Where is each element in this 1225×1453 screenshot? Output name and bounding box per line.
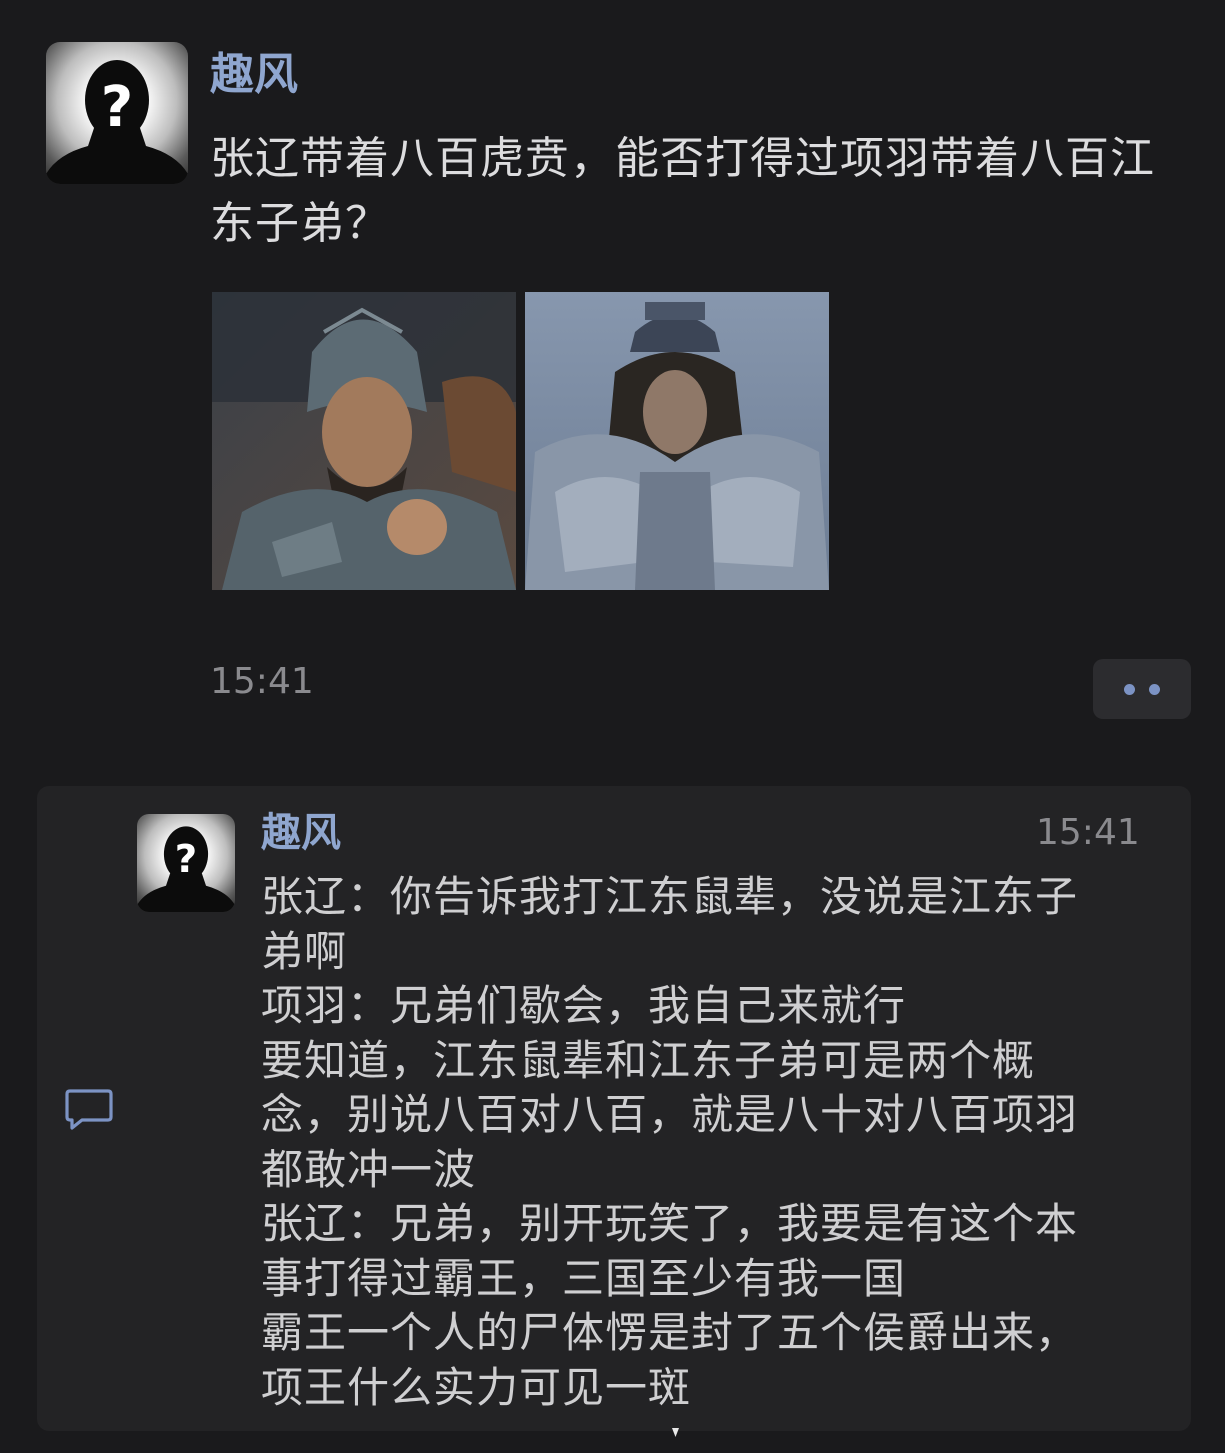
scroll-indicator — [672, 1428, 679, 1437]
post-timestamp: 15:41 — [210, 661, 314, 702]
post-image-2[interactable] — [525, 292, 829, 590]
more-dots-icon — [1124, 683, 1135, 695]
comment-line: 都敢冲一波 — [261, 1144, 477, 1194]
more-dots-icon — [1149, 683, 1160, 695]
comment-line: 项王什么实力可见一斑 — [261, 1362, 692, 1412]
comment-line: 霸王一个人的尸体愣是封了五个侯爵出来， — [261, 1308, 1079, 1357]
more-options-button[interactable] — [1093, 659, 1191, 719]
post-image-1[interactable] — [212, 292, 516, 590]
unknown-person-silhouette-icon: ? — [46, 60, 188, 184]
svg-text:?: ? — [175, 837, 197, 882]
comment-line: 事打得过霸王，三国至少有我一国 — [261, 1253, 907, 1303]
comment-bubble-icon[interactable] — [64, 1088, 114, 1132]
post-text: 张辽带着八百虎贲，能否打得过项羽带着八百江东子弟？ — [210, 133, 1155, 249]
comment-line: 念，别说八百对八百，就是八十对八百项羽 — [261, 1090, 1079, 1139]
comment-line: 项羽：兄弟们歇会，我自己来就行 — [261, 981, 907, 1030]
post-author-name[interactable]: 趣风 — [210, 46, 298, 104]
unknown-person-silhouette-icon: ? — [137, 826, 235, 912]
post-avatar[interactable]: ? — [46, 42, 188, 184]
comment-line: 张辽：兄弟，别开玩笑了，我要是有这个本 — [261, 1199, 1079, 1248]
comment-line: 张辽：你告诉我打江东鼠辈，没说是江东子 — [261, 872, 1079, 921]
comment-line: 要知道，江东鼠辈和江东子弟可是两个概 — [261, 1035, 1036, 1085]
page: ? 趣风 张辽带着八百虎贲，能否打得过项羽带着八百江东子弟？ 15:41 ? 趣… — [0, 0, 1225, 1453]
comment-line: 弟啊 — [261, 926, 348, 976]
comment-timestamp: 15:41 — [1036, 812, 1140, 853]
comment-text: 张辽：你告诉我打江东鼠辈，没说是江东子 弟啊 项羽：兄弟们歇会，我自己来就行 要… — [261, 870, 1141, 1415]
svg-text:?: ? — [101, 75, 133, 140]
comment-avatar[interactable]: ? — [137, 814, 235, 912]
comment-author-name[interactable]: 趣风 — [261, 808, 341, 858]
